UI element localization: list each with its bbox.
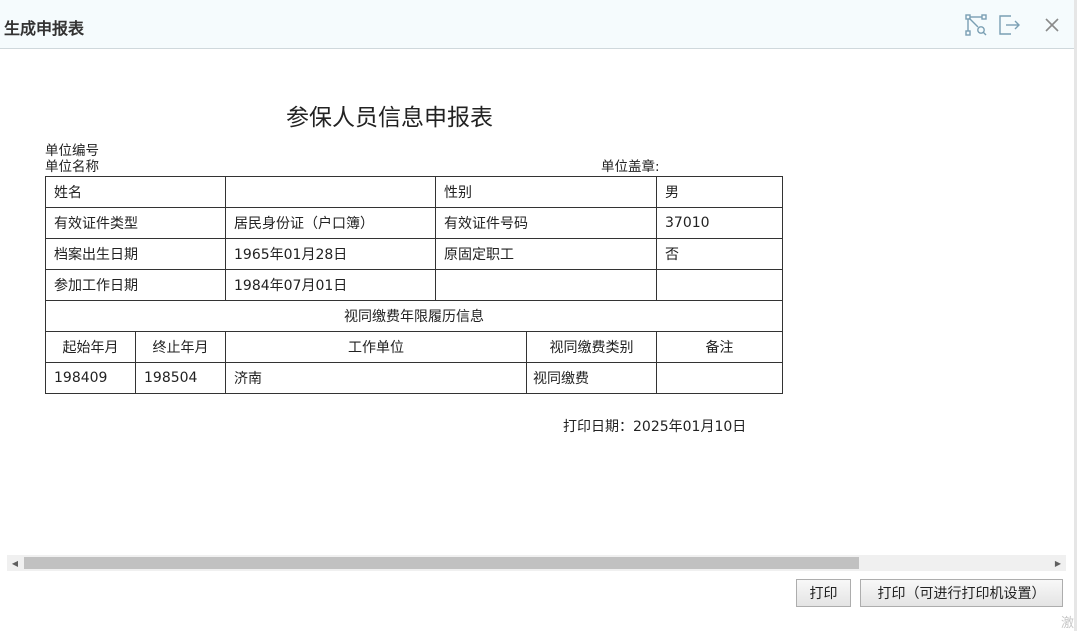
id-type-label: 有效证件类型 [45, 207, 226, 239]
declaration-form-table: 姓名 性别 男 有效证件类型 居民身份证（户口簿） 有效证件号码 37010 档… [45, 176, 783, 394]
name-label: 姓名 [45, 176, 226, 208]
history-end-cell: 198504 [135, 362, 226, 394]
history-header-remark: 备注 [656, 331, 783, 363]
unit-name-label: 单位名称 [45, 159, 99, 175]
table-row: 参加工作日期 1984年07月01日 [45, 269, 783, 301]
table-row: 档案出生日期 1965年01月28日 原固定职工 否 [45, 238, 783, 270]
select-resize-icon[interactable] [963, 12, 989, 38]
print-date: 打印日期：2025年01月10日 [563, 419, 747, 435]
unit-seal-label: 单位盖章: [601, 159, 660, 175]
table-row: 有效证件类型 居民身份证（户口簿） 有效证件号码 37010 [45, 207, 783, 239]
empty-cell [656, 269, 783, 301]
id-number-value: 37010 [656, 207, 783, 239]
exit-icon[interactable] [996, 12, 1022, 38]
history-header-category: 视同缴费类别 [526, 331, 657, 363]
scrollbar-thumb[interactable] [24, 557, 859, 569]
birth-date-value: 1965年01月28日 [225, 238, 436, 270]
id-number-label: 有效证件号码 [435, 207, 657, 239]
history-header-employer: 工作单位 [225, 331, 527, 363]
gender-label: 性别 [435, 176, 657, 208]
gender-value: 男 [656, 176, 783, 208]
scroll-right-icon[interactable]: ▶ [1050, 555, 1066, 571]
history-header-row: 起始年月 终止年月 工作单位 视同缴费类别 备注 [45, 331, 783, 363]
document-title: 参保人员信息申报表 [286, 105, 493, 131]
table-row: 198409 198504 济南 视同缴费 [45, 362, 783, 394]
history-section-title: 视同缴费年限履历信息 [45, 300, 783, 332]
history-remark-cell [656, 362, 783, 394]
history-category-cell: 视同缴费 [526, 362, 657, 394]
former-staff-value: 否 [656, 238, 783, 270]
dialog-titlebar: 生成申报表 [0, 0, 1077, 49]
work-start-value: 1984年07月01日 [225, 269, 436, 301]
empty-cell [435, 269, 657, 301]
dialog-title: 生成申报表 [4, 19, 85, 38]
birth-date-label: 档案出生日期 [45, 238, 226, 270]
history-header-start: 起始年月 [45, 331, 136, 363]
print-with-settings-button[interactable]: 打印（可进行打印机设置） [860, 579, 1063, 607]
history-employer-cell: 济南 [225, 362, 527, 394]
former-staff-label: 原固定职工 [435, 238, 657, 270]
name-value [225, 176, 436, 208]
history-start-cell: 198409 [45, 362, 136, 394]
print-button[interactable]: 打印 [796, 579, 851, 607]
close-icon[interactable] [1039, 12, 1065, 38]
work-start-label: 参加工作日期 [45, 269, 226, 301]
scroll-left-icon[interactable]: ◀ [7, 555, 23, 571]
history-header-end: 终止年月 [135, 331, 226, 363]
horizontal-scrollbar[interactable]: ◀ ▶ [7, 555, 1066, 571]
watermark-text: 激 [1061, 616, 1075, 631]
id-type-value: 居民身份证（户口簿） [225, 207, 436, 239]
table-row: 姓名 性别 男 [45, 176, 783, 208]
table-row: 视同缴费年限履历信息 [45, 300, 783, 332]
